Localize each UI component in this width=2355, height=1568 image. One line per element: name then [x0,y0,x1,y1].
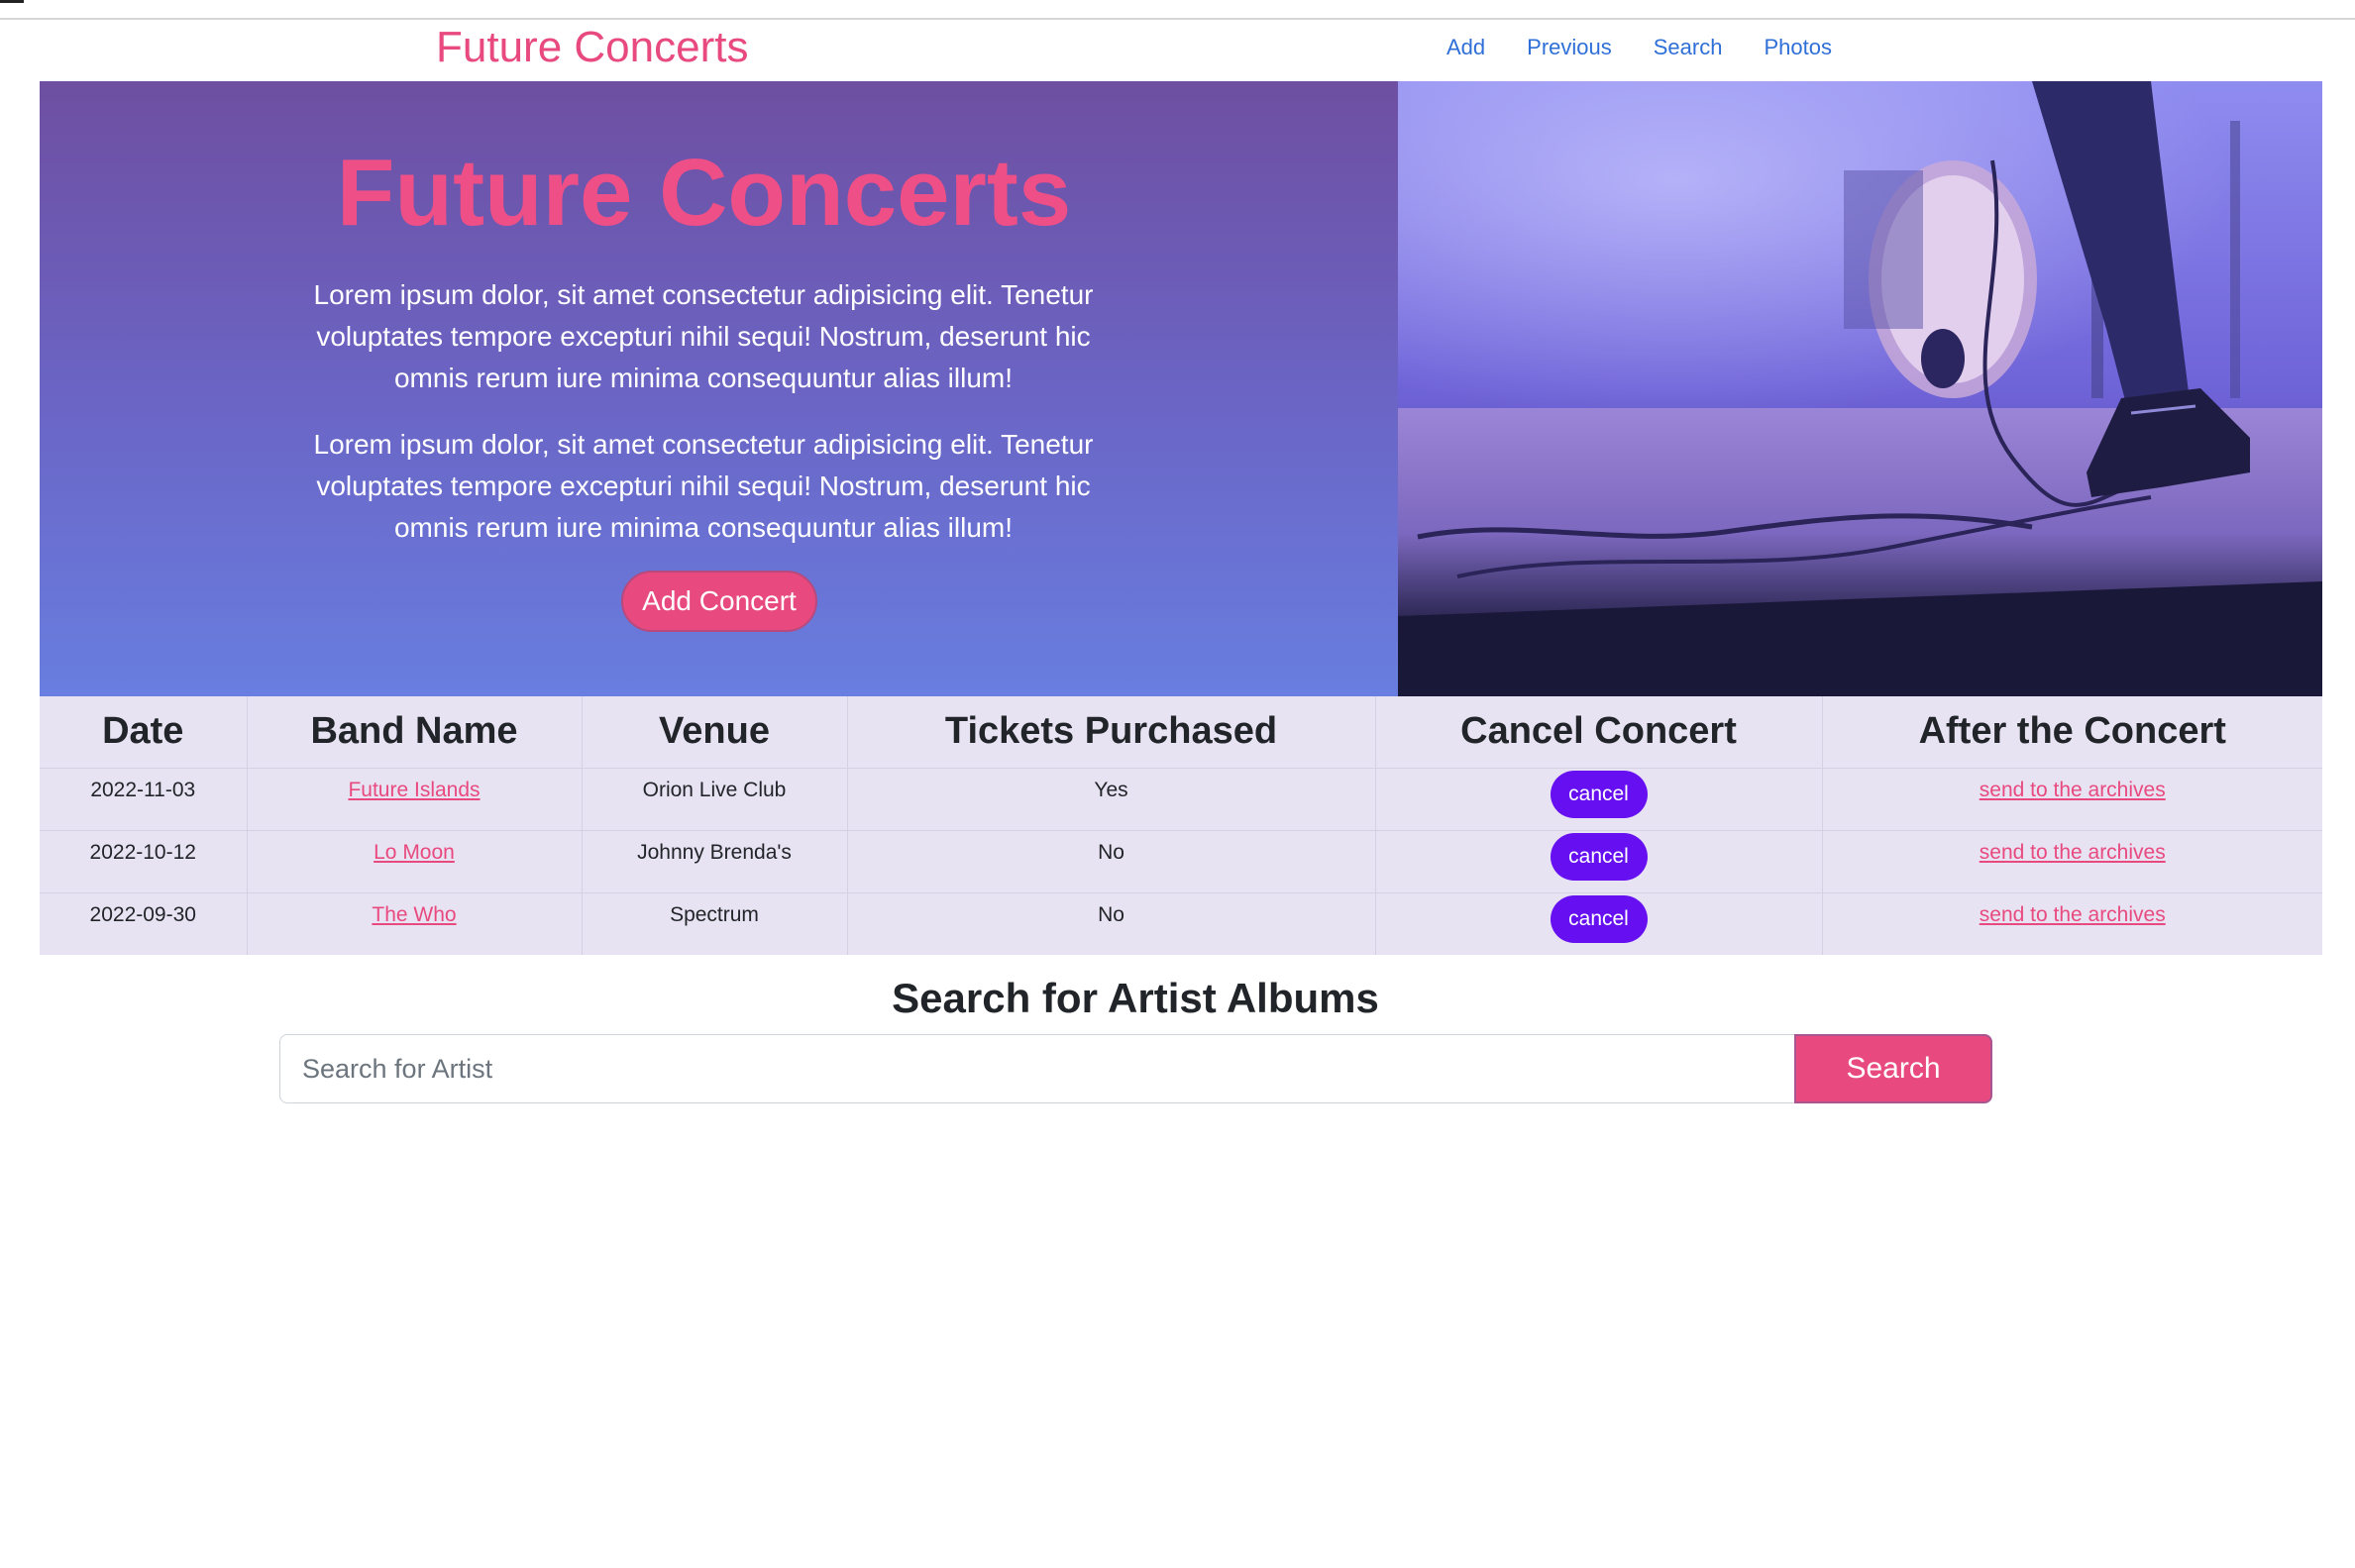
cancel-button[interactable]: cancel [1550,832,1648,881]
cell-cancel: cancel [1375,830,1823,893]
band-link[interactable]: Lo Moon [374,841,455,864]
table-row: 2022-11-03 Future Islands Orion Live Clu… [40,768,2322,831]
hero-section: Future Concerts Lorem ipsum dolor, sit a… [40,81,2322,696]
archive-link[interactable]: send to the archives [1980,903,2166,926]
header-cancel-concert: Cancel Concert [1375,696,1823,769]
nav-link-previous[interactable]: Previous [1527,34,1612,61]
cell-venue: Johnny Brenda's [582,830,848,893]
page: Future Concerts Add Previous Search Phot… [0,0,2355,1568]
hero-paragraph-1: Lorem ipsum dolor, sit amet consectetur … [313,279,1094,393]
cell-venue: Spectrum [582,892,848,955]
cell-after: send to the archives [1822,830,2322,893]
concerts-table: Date Band Name Venue Tickets Purchased C… [40,696,2322,955]
cell-band: The Who [247,892,583,955]
cell-after: send to the archives [1822,892,2322,955]
nav-link-search[interactable]: Search [1654,34,1723,61]
archive-link[interactable]: send to the archives [1980,841,2166,864]
header-band-name: Band Name [247,696,583,769]
hero-title: Future Concerts [336,140,1072,246]
band-link[interactable]: The Who [372,903,456,926]
artist-search-input[interactable] [279,1034,1795,1103]
stage-photo-icon [1398,81,2322,696]
table-row: 2022-09-30 The Who Spectrum No cancel se… [40,892,2322,955]
navbar: Future Concerts Add Previous Search Phot… [0,20,2355,81]
band-link[interactable]: Future Islands [348,779,480,801]
nav-links: Add Previous Search Photos [1446,34,1832,61]
table-header-row: Date Band Name Venue Tickets Purchased C… [40,696,2322,769]
archive-link[interactable]: send to the archives [1980,779,2166,801]
hero-text-panel: Future Concerts Lorem ipsum dolor, sit a… [40,81,1398,696]
hero-paragraph-2: Lorem ipsum dolor, sit amet consectetur … [313,429,1094,543]
search-button[interactable]: Search [1794,1034,1992,1103]
header-tickets-purchased: Tickets Purchased [847,696,1376,769]
navbar-brand[interactable]: Future Concerts [436,22,748,73]
cell-date: 2022-11-03 [40,768,248,831]
window-corner-mark [0,0,24,3]
cell-cancel: cancel [1375,892,1823,955]
hero-image [1398,81,2322,696]
header-after-the-concert: After the Concert [1822,696,2322,769]
cell-date: 2022-09-30 [40,892,248,955]
header-date: Date [40,696,248,769]
table-row: 2022-10-12 Lo Moon Johnny Brenda's No ca… [40,830,2322,893]
cancel-button[interactable]: cancel [1550,894,1648,943]
cell-tickets: Yes [847,768,1376,831]
header-venue: Venue [582,696,848,769]
cell-band: Lo Moon [247,830,583,893]
cell-band: Future Islands [247,768,583,831]
nav-link-photos[interactable]: Photos [1764,34,1832,61]
cell-tickets: No [847,830,1376,893]
cell-after: send to the archives [1822,768,2322,831]
cell-date: 2022-10-12 [40,830,248,893]
cell-tickets: No [847,892,1376,955]
cancel-button[interactable]: cancel [1550,770,1648,818]
nav-link-add[interactable]: Add [1446,34,1485,61]
cell-cancel: cancel [1375,768,1823,831]
search-heading: Search for Artist Albums [892,975,1379,1021]
cell-venue: Orion Live Club [582,768,848,831]
add-concert-button[interactable]: Add Concert [621,571,817,632]
